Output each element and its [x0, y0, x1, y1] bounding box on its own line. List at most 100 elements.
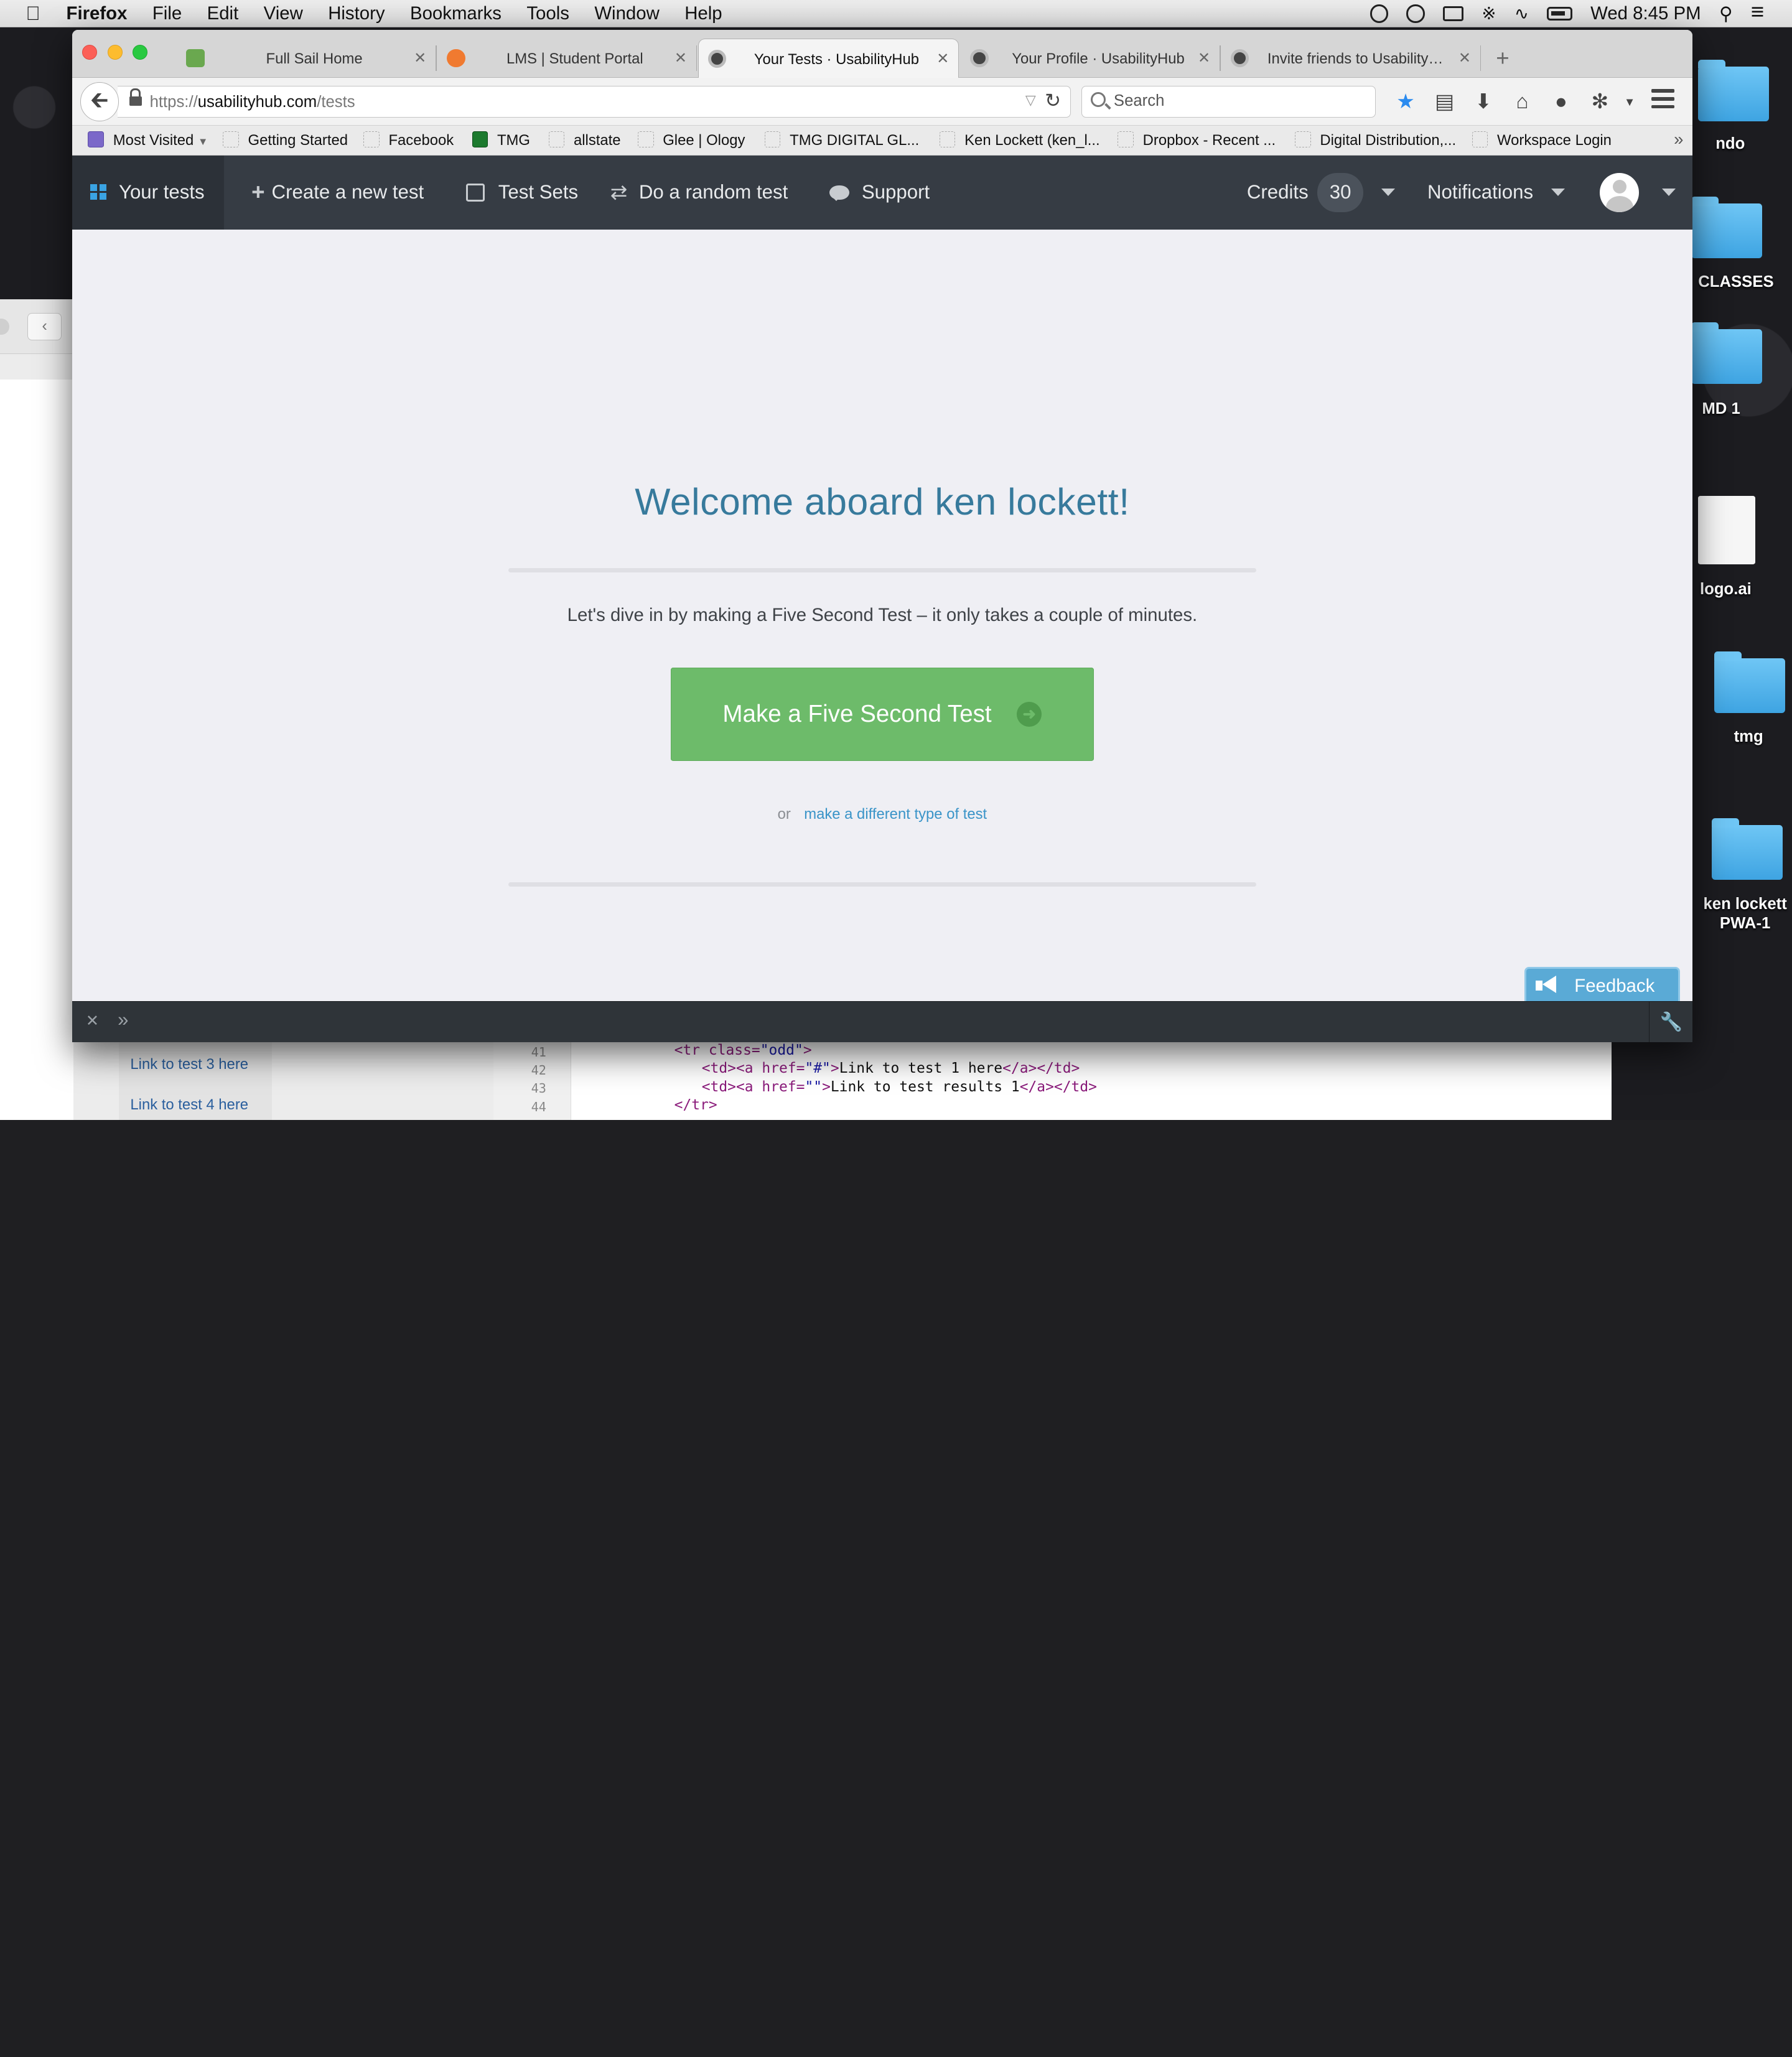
bookmark-facebook[interactable]: Facebook — [363, 131, 454, 149]
spotlight-icon[interactable]: ⚲ — [1719, 3, 1733, 25]
folder-icon[interactable] — [1712, 818, 1783, 880]
tab-your-profile[interactable]: Your Profile · UsabilityHub ✕ — [961, 39, 1221, 77]
url-bar[interactable]: https://usabilityhub.com/tests ▽ ↻ — [118, 85, 1071, 118]
credits-count-badge: 30 — [1317, 173, 1363, 212]
code-line: </tr> — [674, 1097, 717, 1114]
menu-window[interactable]: Window — [594, 3, 659, 24]
desktop-icon-label-tmg[interactable]: tmg — [1714, 728, 1783, 746]
wrench-icon[interactable]: 🔧 — [1649, 1001, 1692, 1043]
make-five-second-test-button[interactable]: Make a Five Second Test ➜ — [671, 667, 1094, 762]
nav-account-menu[interactable] — [1600, 156, 1676, 230]
close-tab-icon[interactable]: ✕ — [674, 49, 687, 67]
chevron-down-icon — [1381, 189, 1396, 196]
back-arrow-icon[interactable]: 🡰 — [80, 82, 119, 121]
hamburger-menu-icon[interactable] — [1651, 89, 1674, 114]
close-window-icon[interactable] — [82, 44, 98, 60]
credits-label: Credits — [1246, 181, 1309, 203]
preview-link[interactable]: Link to test 3 here — [119, 1056, 272, 1073]
bookmark-tmg[interactable]: TMG — [472, 131, 530, 149]
menu-help[interactable]: Help — [684, 3, 722, 24]
lock-icon[interactable] — [129, 88, 142, 107]
tab-lms-student-portal[interactable]: LMS | Student Portal ✕ — [437, 39, 698, 77]
close-icon[interactable]: ✕ — [86, 1012, 100, 1030]
close-tab-icon[interactable]: ✕ — [414, 49, 426, 67]
close-tab-icon[interactable]: ✕ — [936, 50, 949, 68]
preview-link[interactable]: Link to test 4 here — [119, 1096, 272, 1114]
extension-dropdown-icon[interactable]: ▼ — [1620, 87, 1640, 117]
battery-icon[interactable] — [1547, 7, 1572, 21]
dictation-icon[interactable] — [1370, 4, 1388, 23]
bookmark-glee-ology[interactable]: Glee | Ology — [637, 131, 745, 149]
tab-full-sail-home[interactable]: Full Sail Home ✕ — [177, 39, 437, 77]
menu-app-name[interactable]: Firefox — [67, 3, 128, 24]
extension-icon[interactable]: ✻ — [1580, 87, 1619, 117]
ai-file-icon[interactable] — [1698, 496, 1756, 565]
bookmark-most-visited[interactable]: Most Visited ▼ — [88, 131, 208, 149]
creative-cloud-icon[interactable] — [1406, 4, 1425, 23]
bookmark-workspace-login[interactable]: Workspace Login — [1472, 131, 1612, 149]
close-tab-icon[interactable]: ✕ — [1198, 49, 1210, 67]
menu-file[interactable]: File — [152, 3, 182, 24]
minimize-window-icon[interactable] — [107, 44, 123, 60]
menu-tools[interactable]: Tools — [526, 3, 569, 24]
bookmarks-overflow-icon[interactable]: » — [1674, 129, 1683, 149]
nav-notifications[interactable]: Notifications — [1427, 156, 1566, 230]
desktop-icon-label-ken-lockett[interactable]: ken lockett PWA-1 — [1698, 895, 1792, 933]
url-history-dropdown-icon[interactable]: ▽ — [1025, 92, 1036, 108]
nav-your-tests[interactable]: Your tests — [72, 155, 224, 230]
bookmark-digital-distribution[interactable]: Digital Distribution,... — [1294, 131, 1456, 149]
folder-icon[interactable] — [1691, 322, 1763, 385]
menu-history[interactable]: History — [328, 3, 385, 24]
home-icon[interactable]: ⌂ — [1503, 87, 1541, 117]
bookmark-getting-started[interactable]: Getting Started — [223, 131, 348, 149]
nav-support[interactable]: Support — [829, 156, 930, 230]
page-icon — [764, 131, 781, 147]
folder-icon[interactable] — [1698, 59, 1770, 121]
downloads-icon[interactable]: ⬇ — [1464, 87, 1503, 117]
wifi-icon[interactable]: ∿ — [1514, 4, 1529, 24]
developer-toolbar: ✕ » 🔧 — [72, 1001, 1693, 1043]
chat-bubble-icon[interactable]: ● — [1542, 87, 1580, 117]
nav-random-test[interactable]: ⇄ Do a random test — [610, 156, 788, 230]
nav-create-test[interactable]: + Create a new test — [251, 156, 424, 230]
folder-icon[interactable] — [1714, 651, 1785, 714]
clock[interactable]: Wed 8:45 PM — [1590, 3, 1701, 24]
tab-invite-friends[interactable]: Invite friends to UsabilityHu... ✕ — [1221, 39, 1482, 77]
apple-menu-icon[interactable]:  — [0, 2, 67, 25]
menu-bookmarks[interactable]: Bookmarks — [410, 3, 502, 24]
code-editor[interactable]: 41 42 43 44 <tr class="odd"> <td><a href… — [493, 1042, 1612, 1120]
desktop-icon-label-md1[interactable]: MD 1 — [1684, 400, 1758, 418]
zoom-window-icon[interactable] — [133, 44, 147, 60]
bookmark-tmg-digital[interactable]: TMG DIGITAL GL... — [764, 131, 919, 149]
different-test-type-link[interactable]: make a different type of test — [804, 806, 987, 823]
url-text[interactable]: https://usabilityhub.com/tests — [150, 93, 355, 111]
folder-icon[interactable] — [1691, 196, 1763, 259]
bookmark-allstate[interactable]: allstate — [548, 131, 621, 149]
bookmark-ken-lockett[interactable]: Ken Lockett (ken_l... — [939, 131, 1100, 149]
desktop-icon-label-logo-ai[interactable]: logo.ai — [1687, 581, 1765, 599]
reading-list-icon[interactable]: ▤ — [1425, 87, 1463, 117]
close-tab-icon[interactable]: ✕ — [1458, 49, 1471, 67]
desktop-icon-label-ndo[interactable]: ndo — [1696, 135, 1765, 153]
nav-credits[interactable]: Credits 30 — [1246, 156, 1396, 230]
notification-center-icon[interactable] — [1751, 0, 1771, 25]
chevron-left-icon[interactable]: ‹ — [27, 313, 62, 341]
chevron-double-right-icon[interactable]: » — [118, 1009, 128, 1031]
new-tab-plus-icon[interactable]: + — [1496, 45, 1509, 72]
bookmark-star-icon[interactable]: ★ — [1386, 87, 1425, 117]
airplay-icon[interactable] — [1443, 6, 1464, 21]
usabilityhub-favicon-icon — [970, 49, 989, 68]
nav-test-sets[interactable]: Test Sets — [466, 156, 578, 230]
menu-view[interactable]: View — [264, 3, 303, 24]
tab-your-tests[interactable]: Your Tests · UsabilityHub ✕ — [698, 39, 959, 78]
firefox-window: Full Sail Home ✕ LMS | Student Portal ✕ … — [72, 29, 1693, 1043]
nav-label: Test Sets — [498, 181, 579, 203]
feedback-button[interactable]: Feedback — [1524, 966, 1680, 1004]
reload-icon[interactable]: ↻ — [1045, 90, 1061, 112]
menu-edit[interactable]: Edit — [207, 3, 239, 24]
bluetooth-icon[interactable]: ※ — [1482, 4, 1496, 24]
bookmark-dropbox[interactable]: Dropbox - Recent ... — [1118, 131, 1276, 149]
desktop-icon-label-classes[interactable]: CLASSES — [1684, 273, 1787, 291]
search-input[interactable] — [1113, 90, 1365, 113]
search-bar[interactable] — [1081, 85, 1376, 118]
